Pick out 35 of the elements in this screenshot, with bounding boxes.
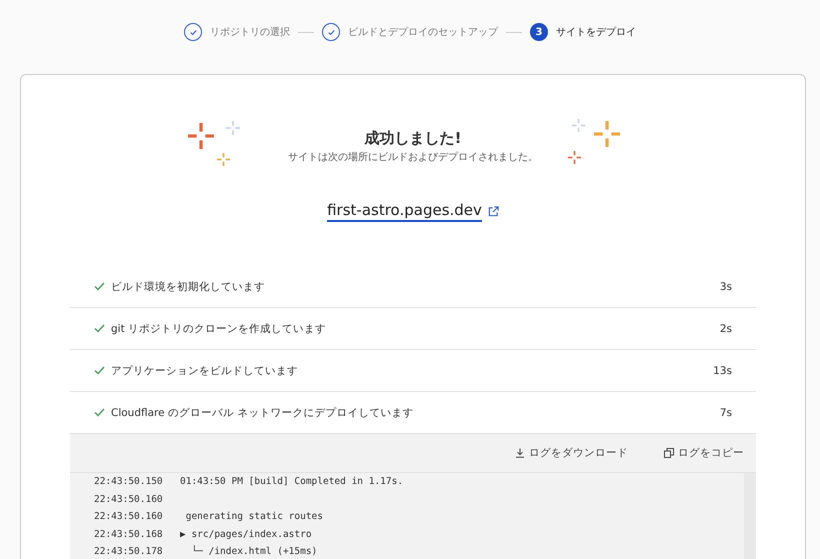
- build-step-duration: 7s: [720, 406, 732, 418]
- build-step-duration: 2s: [720, 322, 732, 334]
- step-label: ビルドとデプロイのセットアップ: [348, 26, 498, 39]
- download-log-button[interactable]: ログをダウンロード: [515, 446, 628, 460]
- step-label: リポジトリの選択: [210, 26, 290, 39]
- copy-log-button[interactable]: ログをコピー: [664, 446, 744, 460]
- build-step-duration: 13s: [713, 364, 732, 376]
- sparkle-icon: [217, 153, 230, 166]
- log-message: ▶ src/pages/index.astro: [180, 528, 312, 540]
- copy-icon: [664, 448, 674, 458]
- build-step-label: git リポジトリのクローンを作成しています: [111, 322, 328, 336]
- log-timestamp: 22:43:50.160: [94, 494, 164, 505]
- build-step-label: Cloudflare のグローバル ネットワークにデプロイしています: [111, 406, 414, 420]
- sparkle-icon: [188, 123, 214, 149]
- step-label: サイトをデプロイ: [556, 26, 636, 39]
- sparkle-icon: [594, 121, 620, 147]
- success-title: 成功しました!: [363, 129, 462, 148]
- log-message: 01:43:50 PM [build] Completed in 1.17s.: [180, 476, 404, 488]
- sparkle-icon: [572, 119, 585, 132]
- log-timestamp: 22:43:50.150: [94, 476, 164, 488]
- log-timestamp: 22:43:50.160: [94, 511, 164, 522]
- sparkle-icon: [226, 121, 240, 135]
- step-number: 3: [530, 23, 548, 41]
- download-icon: [515, 448, 525, 458]
- log-message: └─ /index.html (+15ms): [190, 546, 318, 558]
- site-link[interactable]: first-astro.pages.dev: [327, 201, 482, 222]
- log-timestamp: 22:43:50.178: [94, 546, 164, 558]
- build-step-label: ビルド環境を初期化しています: [111, 280, 266, 294]
- build-step-label: アプリケーションをビルドしています: [111, 364, 299, 378]
- external-link-icon[interactable]: [488, 206, 499, 217]
- log-timestamp: 22:43:50.168: [94, 528, 164, 540]
- sparkle-icon: [568, 151, 581, 164]
- build-step-duration: 3s: [720, 280, 732, 292]
- log-message: generating static routes: [184, 511, 323, 522]
- success-message: サイトは次の場所にビルドおよびデプロイされました。: [288, 150, 538, 164]
